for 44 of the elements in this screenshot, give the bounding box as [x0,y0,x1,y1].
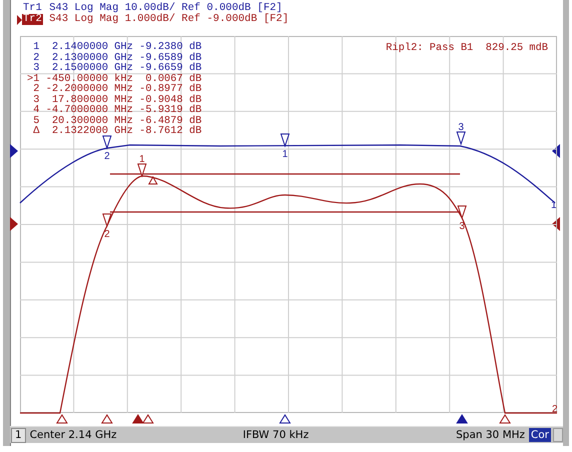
marker-triangle-icon[interactable] [137,164,147,178]
marker-readout: 2 -2.2000000 MHz -0.8977 dB [32,84,202,94]
marker-label: 2 [104,229,110,240]
frequency-span: Span 30 MHz [456,429,525,441]
off-scale-marker-icon [499,414,511,424]
off-scale-marker-icon [142,414,154,424]
trace-settings: S43 Log Mag 10.00dB/ Ref 0.000dB [F2] [48,3,282,14]
ripple-readout: Ripl2: Pass B1 829.25 mdB [386,42,548,54]
marker-readout: 4 -4.7000000 MHz -5.9319 dB [32,105,202,116]
off-scale-marker-icon [279,414,291,424]
center-frequency: Center 2.14 GHz [30,429,118,441]
marker-triangle-icon[interactable] [102,136,112,150]
delta-marker-icon [148,176,158,184]
reference-level-icon [10,217,18,231]
marker-triangle-icon[interactable] [457,206,467,220]
marker-readout: 1 2.1400000 GHz -9.2380 dB [32,42,202,52]
marker-readout: 3 2.1500000 GHz -9.6659 dB [32,63,202,74]
marker-readout: 3 17.800000 MHz -0.9048 dB [32,94,202,105]
reference-level-icon [10,144,18,158]
reference-level-icon [552,144,560,158]
channel-number[interactable]: 1 [11,428,26,442]
marker-readout: Δ 2.1322000 GHz -8.7612 dB [32,126,202,136]
marker-readout: 2 2.1300000 GHz -9.6589 dB [32,52,202,63]
off-scale-marker-icon [132,414,144,424]
trace-settings: S43 Log Mag 1.000dB/ Ref -9.000dB [F2] [48,14,289,25]
marker-triangle-icon[interactable] [456,132,466,146]
marker-triangle-icon[interactable] [102,214,112,228]
off-scale-marker-icon [56,414,68,424]
marker-triangle-icon[interactable] [280,134,290,148]
marker-label: 2 [104,151,110,162]
if-bandwidth: IFBW 70 kHz [242,429,310,441]
trace-label[interactable]: Tr2 [22,14,43,25]
reference-level-icon [552,217,560,231]
trace-end-label: 2 [552,404,558,415]
off-scale-marker-icon [456,414,468,424]
marker-label: 1 [139,154,145,165]
marker-label: 3 [458,122,464,133]
marker-readout: >1 -450.00000 kHz 0.0067 dB [27,74,202,84]
marker-readout: 5 20.300000 MHz -6.4879 dB [32,116,202,126]
marker-label: 1 [282,149,288,160]
trace-label[interactable]: Tr1 [22,3,43,14]
marker-label: 3 [459,221,465,232]
correction-indicator: Cor [528,428,551,442]
off-scale-marker-icon [101,414,113,424]
